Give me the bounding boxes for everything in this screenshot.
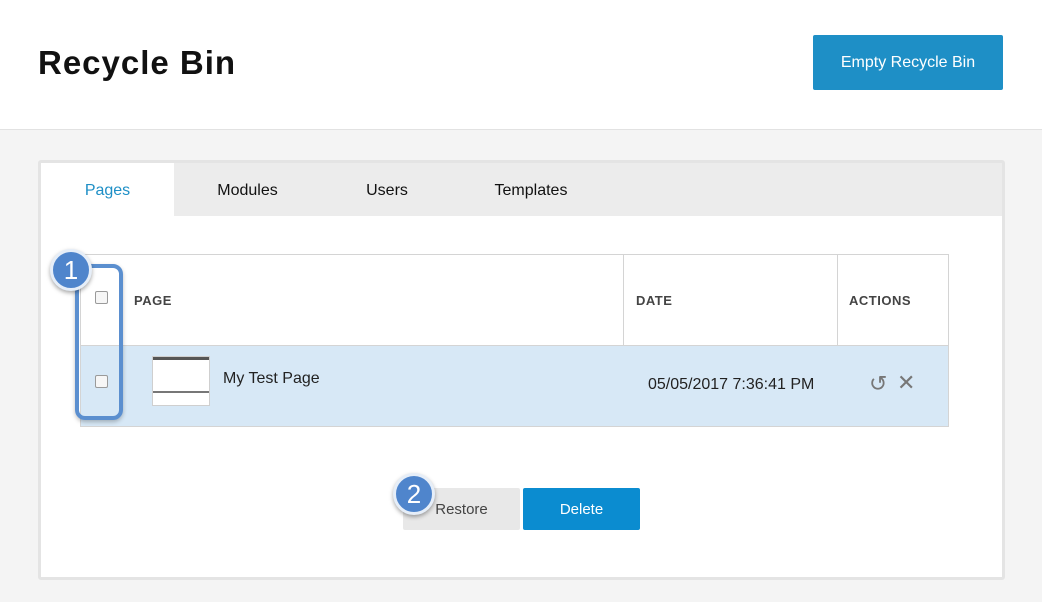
pages-table: PAGE DATE ACTIONS My Test Page 05/05/201… bbox=[80, 254, 949, 427]
column-header-date: DATE bbox=[636, 293, 673, 308]
page-name: My Test Page bbox=[223, 370, 320, 387]
row-checkbox[interactable] bbox=[95, 375, 108, 388]
tab-modules[interactable]: Modules bbox=[185, 163, 310, 216]
tab-users[interactable]: Users bbox=[327, 163, 447, 216]
table-header: PAGE DATE ACTIONS bbox=[81, 255, 948, 346]
select-all-checkbox[interactable] bbox=[95, 291, 108, 304]
column-header-page: PAGE bbox=[134, 293, 172, 308]
table-row[interactable]: My Test Page 05/05/2017 7:36:41 PM ↺ ✕ bbox=[81, 346, 948, 426]
tab-bar: Pages Modules Users Templates bbox=[41, 163, 1002, 216]
page-date: 05/05/2017 7:36:41 PM bbox=[648, 376, 815, 393]
column-header-actions: ACTIONS bbox=[849, 293, 911, 308]
empty-recycle-bin-button[interactable]: Empty Recycle Bin bbox=[813, 35, 1003, 90]
column-divider bbox=[837, 255, 838, 346]
tab-templates[interactable]: Templates bbox=[461, 163, 601, 216]
page-header: Recycle Bin Empty Recycle Bin bbox=[0, 0, 1042, 130]
undo-icon[interactable]: ↺ bbox=[869, 373, 887, 395]
tab-pages[interactable]: Pages bbox=[41, 163, 174, 216]
page-thumbnail bbox=[152, 356, 210, 406]
column-divider bbox=[623, 255, 624, 346]
recycle-bin-panel: Pages Modules Users Templates PAGE DATE … bbox=[38, 160, 1005, 580]
close-icon[interactable]: ✕ bbox=[897, 372, 915, 394]
page-title: Recycle Bin bbox=[38, 44, 237, 81]
callout-badge-1: 1 bbox=[50, 249, 92, 291]
callout-badge-2: 2 bbox=[393, 473, 435, 515]
delete-button[interactable]: Delete bbox=[523, 488, 640, 530]
